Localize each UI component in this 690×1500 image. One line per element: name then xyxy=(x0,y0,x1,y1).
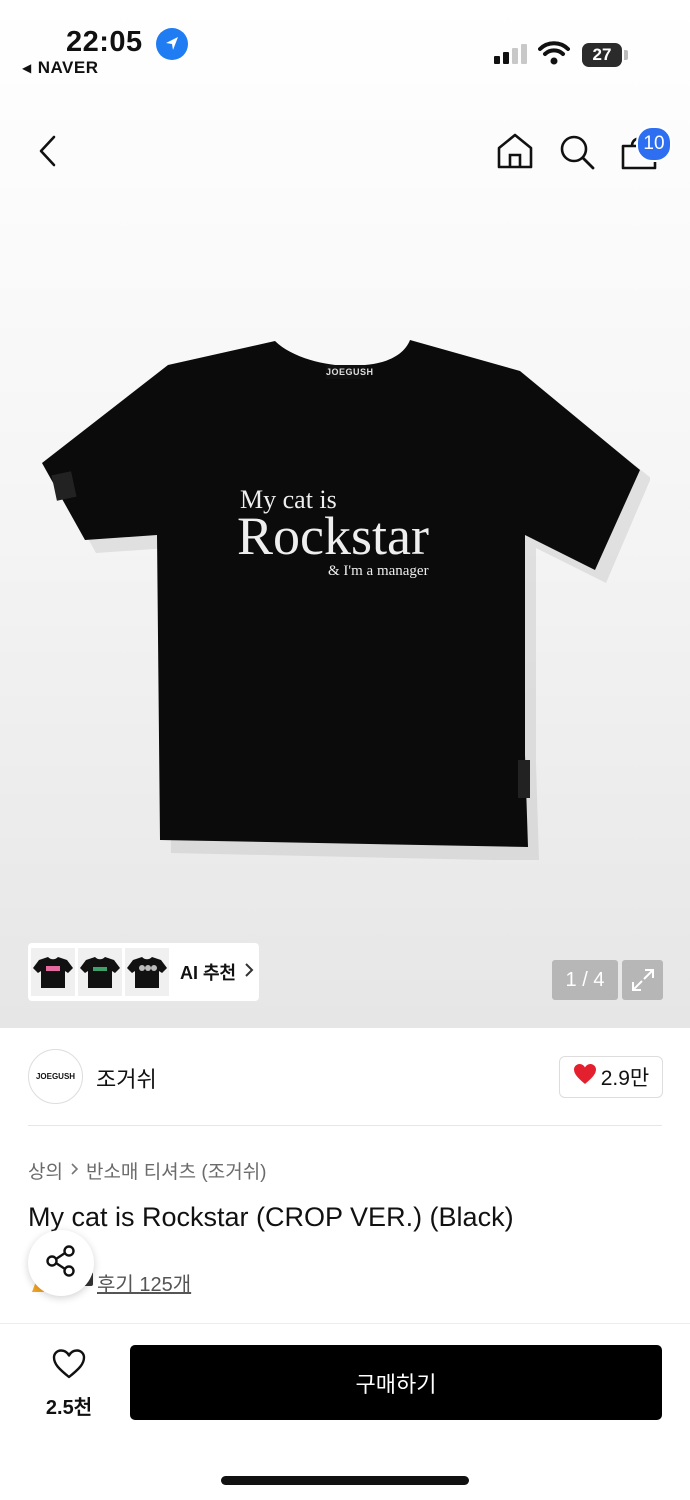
home-indicator[interactable] xyxy=(221,1476,469,1485)
wishlist-count: 2.5천 xyxy=(45,1397,93,1419)
shirt-brand-tag: JOEGUSH xyxy=(326,367,374,377)
cart-count-badge: 10 xyxy=(636,126,672,162)
chevron-right-icon xyxy=(244,962,254,983)
share-button[interactable] xyxy=(28,1230,94,1296)
ai-recommendation-label: AI 추천 xyxy=(180,963,237,983)
store-like-button[interactable]: 2.9만 xyxy=(559,1056,663,1098)
heart-filled-icon xyxy=(573,1063,597,1091)
cellular-signal-icon xyxy=(494,44,527,64)
chevron-right-icon xyxy=(70,1160,79,1182)
status-time: 22:05 xyxy=(66,26,143,58)
store-like-count: 2.9만 xyxy=(600,1067,650,1090)
location-arrow-icon xyxy=(156,28,188,60)
wishlist-button[interactable]: 2.5천 xyxy=(30,1348,108,1420)
home-icon[interactable] xyxy=(496,132,534,175)
heart-outline-icon xyxy=(51,1348,87,1385)
recommendation-thumbnail[interactable] xyxy=(78,948,122,996)
product-image xyxy=(40,335,651,865)
battery-level: 27 xyxy=(592,45,612,64)
store-logo[interactable]: JOEGUSH xyxy=(28,1049,83,1104)
search-icon[interactable] xyxy=(558,133,596,176)
image-counter: 1 / 4 xyxy=(552,960,618,1000)
share-icon xyxy=(44,1244,78,1283)
shirt-print-line3: & I'm a manager xyxy=(328,563,429,579)
store-name[interactable]: 조거쉬 xyxy=(96,1062,157,1094)
battery-icon: 27 xyxy=(582,43,622,67)
buy-button[interactable]: 구매하기 xyxy=(130,1345,662,1420)
ai-recommendation-chip[interactable]: AI 추천 xyxy=(28,943,259,1001)
back-triangle-icon: ◀ xyxy=(22,61,32,75)
breadcrumb-item-subcategory[interactable]: 반소매 티셔츠 (조거쉬) xyxy=(86,1157,267,1184)
back-to-app[interactable]: ◀ NAVER xyxy=(22,58,98,78)
breadcrumb-item-category[interactable]: 상의 xyxy=(28,1157,63,1184)
shirt-print-line2: Rockstar xyxy=(237,506,429,566)
battery-tip xyxy=(624,50,628,60)
breadcrumb: 상의 반소매 티셔츠 (조거쉬) xyxy=(28,1157,267,1184)
recommendation-thumbnail[interactable] xyxy=(125,948,169,996)
store-logo-text: JOEGUSH xyxy=(35,1072,76,1081)
wifi-icon xyxy=(538,40,570,71)
expand-icon[interactable] xyxy=(622,960,663,1000)
recommendation-thumbnail[interactable] xyxy=(31,948,75,996)
back-app-label: NAVER xyxy=(37,58,99,77)
review-link[interactable]: 후기 125개 xyxy=(97,1268,191,1297)
divider xyxy=(28,1125,662,1126)
product-title: My cat is Rockstar (CROP VER.) (Black) xyxy=(28,1202,514,1232)
back-button[interactable] xyxy=(34,134,64,173)
bottom-bar-divider xyxy=(0,1323,690,1324)
